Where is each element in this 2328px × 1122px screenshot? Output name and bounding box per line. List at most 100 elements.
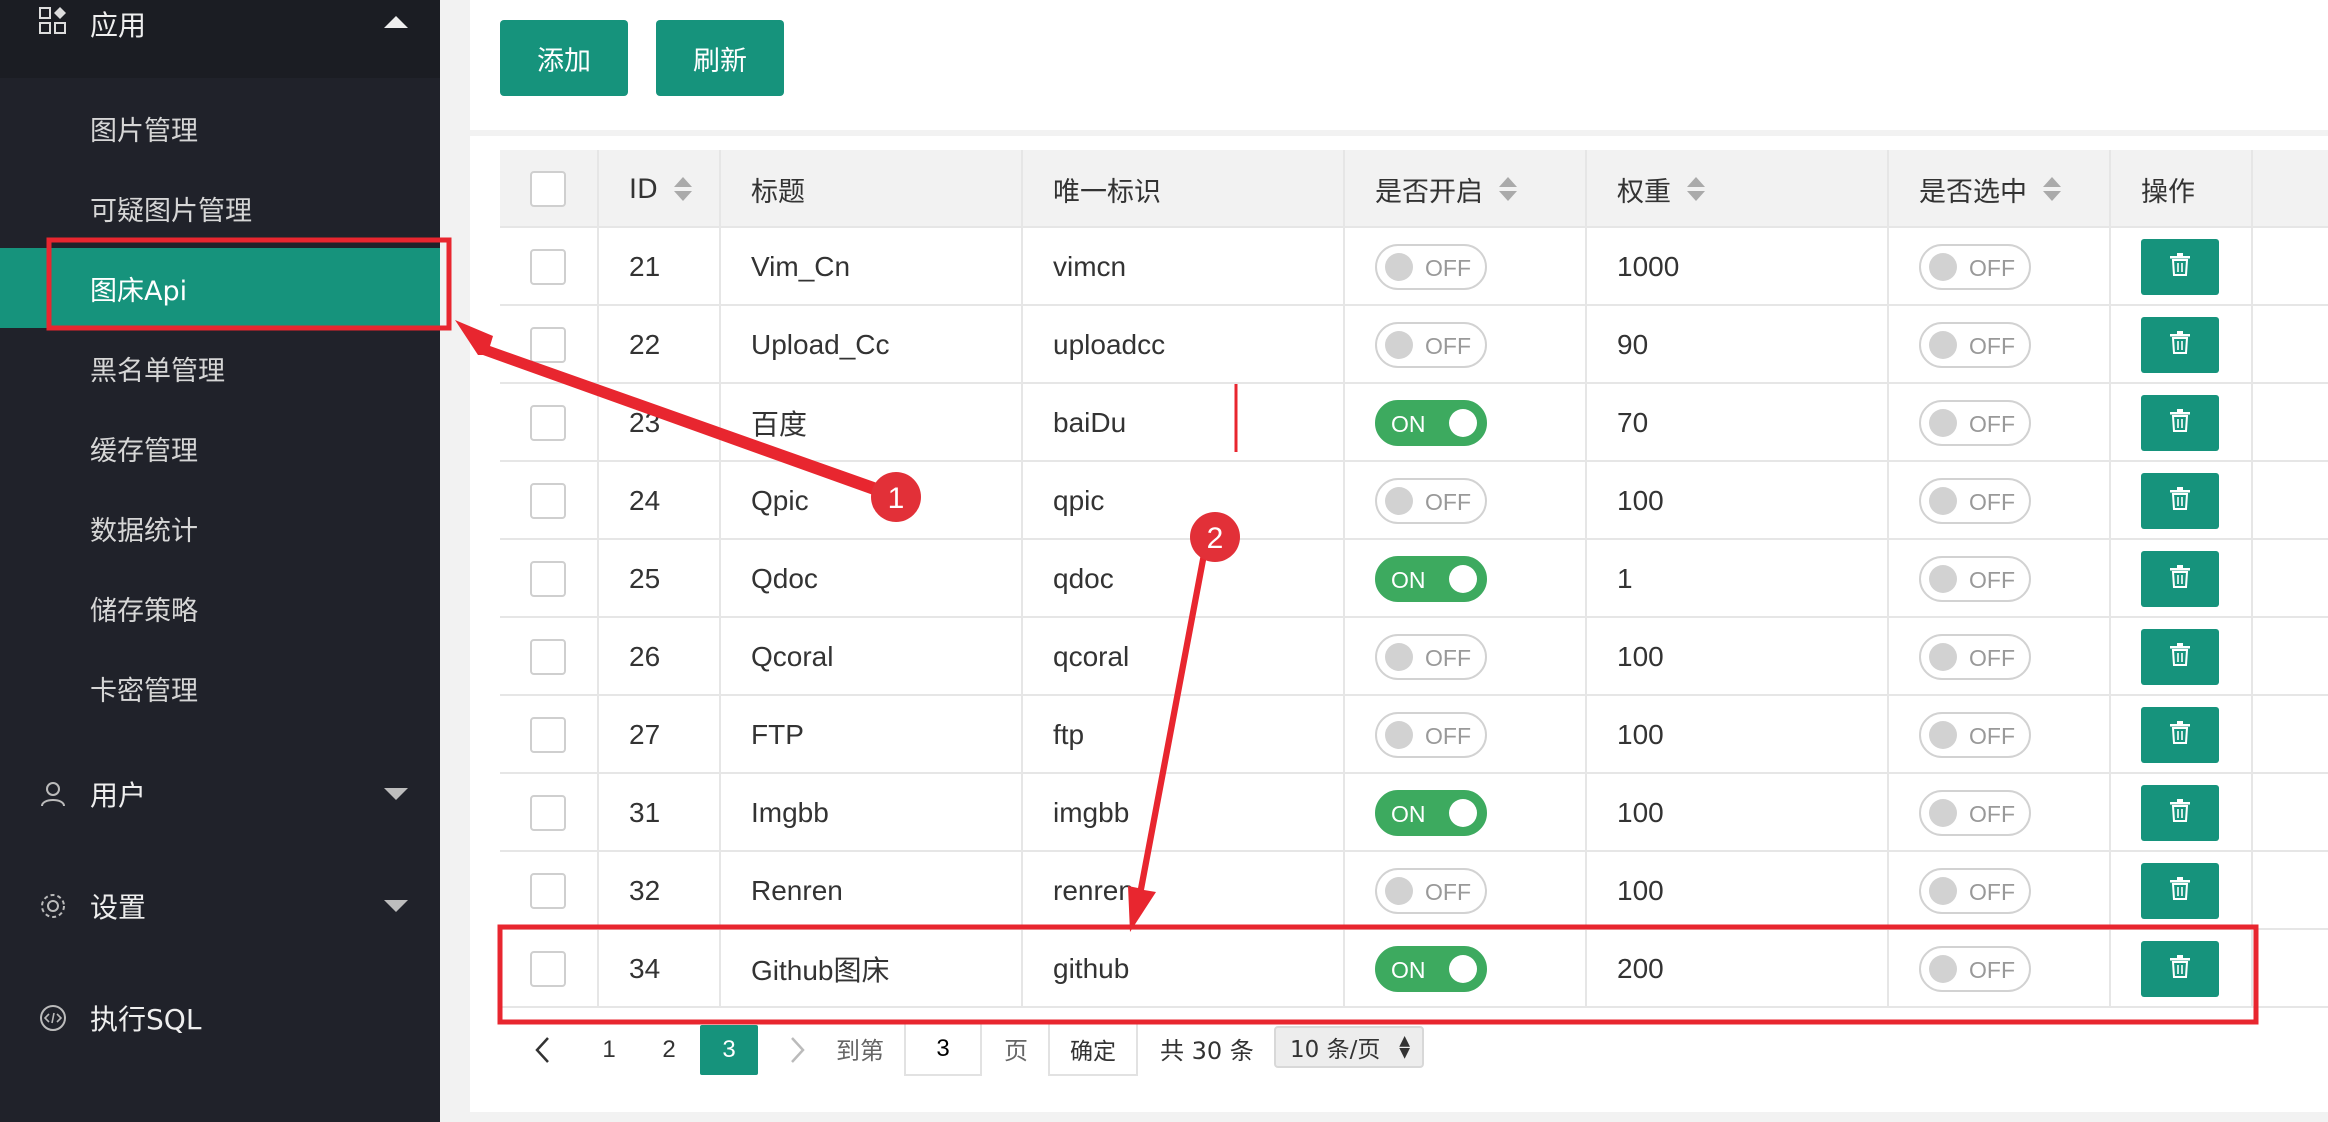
sort-icon[interactable]	[1499, 175, 1517, 203]
delete-button[interactable]	[2141, 941, 2219, 997]
selected-toggle[interactable]: OFF	[1919, 946, 2031, 992]
header-selected[interactable]: 是否选中	[1889, 150, 2111, 228]
delete-button[interactable]	[2141, 863, 2219, 919]
delete-button[interactable]	[2141, 395, 2219, 451]
page-1[interactable]: 1	[580, 1025, 638, 1075]
sidebar-group-sql[interactable]: 执行SQL	[0, 972, 440, 1064]
header-enabled[interactable]: 是否开启	[1345, 150, 1587, 228]
delete-button[interactable]	[2141, 551, 2219, 607]
trash-icon	[2167, 407, 2193, 440]
row-title: Imgbb	[721, 774, 1023, 852]
header-selected-label: 是否选中	[1919, 176, 2027, 208]
sidebar-item-storage-strategy[interactable]: 储存策略	[0, 568, 440, 648]
row-selected-cell: OFF	[1889, 852, 2111, 930]
sidebar-item-blacklist[interactable]: 黑名单管理	[0, 328, 440, 408]
page-size-value: 10 条/页	[1290, 1037, 1381, 1063]
goto-page-input[interactable]	[904, 1022, 982, 1076]
row-id: 31	[599, 774, 721, 852]
header-weight[interactable]: 权重	[1587, 150, 1889, 228]
sidebar-group-settings[interactable]: 设置	[0, 860, 440, 952]
select-all-checkbox[interactable]	[530, 171, 566, 207]
selected-toggle[interactable]: OFF	[1919, 868, 2031, 914]
delete-button[interactable]	[2141, 629, 2219, 685]
page-2[interactable]: 2	[640, 1025, 698, 1075]
selected-toggle[interactable]: OFF	[1919, 322, 2031, 368]
sidebar-item-cache[interactable]: 缓存管理	[0, 408, 440, 488]
sidebar-item-image-bed-api[interactable]: 图床Api	[0, 248, 440, 328]
next-page-icon[interactable]	[768, 1025, 826, 1075]
selected-toggle[interactable]: OFF	[1919, 556, 2031, 602]
selected-toggle[interactable]: OFF	[1919, 478, 2031, 524]
row-checkbox[interactable]	[530, 561, 566, 597]
row-checkbox[interactable]	[530, 717, 566, 753]
sort-icon[interactable]	[2043, 175, 2061, 203]
row-enabled-cell: ON	[1345, 930, 1587, 1008]
row-title: Qpic	[721, 462, 1023, 540]
sort-icon[interactable]	[1687, 175, 1705, 203]
row-weight: 70	[1587, 384, 1889, 462]
add-button[interactable]: 添加	[500, 20, 628, 96]
selected-toggle[interactable]: OFF	[1919, 712, 2031, 758]
row-select-cell	[500, 384, 599, 462]
total-count: 共 30 条	[1160, 1036, 1254, 1065]
enabled-toggle[interactable]: ON	[1375, 790, 1487, 836]
enabled-toggle[interactable]: OFF	[1375, 634, 1487, 680]
enabled-toggle[interactable]: OFF	[1375, 322, 1487, 368]
refresh-button[interactable]: 刷新	[656, 20, 784, 96]
header-id[interactable]: ID	[599, 150, 721, 228]
row-checkbox[interactable]	[530, 483, 566, 519]
enabled-toggle[interactable]: OFF	[1375, 868, 1487, 914]
enabled-toggle[interactable]: ON	[1375, 556, 1487, 602]
row-weight: 100	[1587, 774, 1889, 852]
selected-toggle[interactable]: OFF	[1919, 244, 2031, 290]
header-id-label: ID	[629, 173, 658, 205]
row-action-cell	[2111, 774, 2253, 852]
row-selected-cell: OFF	[1889, 540, 2111, 618]
sort-icon[interactable]	[673, 175, 692, 203]
toggle-knob	[1929, 253, 1957, 281]
enabled-toggle[interactable]: OFF	[1375, 244, 1487, 290]
row-action-cell	[2111, 306, 2253, 384]
delete-button[interactable]	[2141, 785, 2219, 841]
page-size-select[interactable]: 10 条/页 ▲ ▼	[1274, 1026, 1424, 1068]
row-action-cell	[2111, 696, 2253, 774]
row-checkbox[interactable]	[530, 639, 566, 675]
toggle-state: OFF	[1969, 957, 2015, 983]
row-select-cell	[500, 852, 599, 930]
delete-button[interactable]	[2141, 707, 2219, 763]
row-checkbox[interactable]	[530, 327, 566, 363]
selected-toggle[interactable]: OFF	[1919, 634, 2031, 680]
delete-button[interactable]	[2141, 317, 2219, 373]
delete-button[interactable]	[2141, 239, 2219, 295]
enabled-toggle[interactable]: ON	[1375, 946, 1487, 992]
sidebar-item-statistics[interactable]: 数据统计	[0, 488, 440, 568]
delete-button[interactable]	[2141, 473, 2219, 529]
prev-page-icon[interactable]	[514, 1025, 572, 1075]
sidebar-item-suspicious-images[interactable]: 可疑图片管理	[0, 168, 440, 248]
enabled-toggle[interactable]: OFF	[1375, 478, 1487, 524]
enabled-toggle[interactable]: ON	[1375, 400, 1487, 446]
row-checkbox[interactable]	[530, 405, 566, 441]
page-3-current[interactable]: 3	[700, 1025, 758, 1075]
trash-icon	[2167, 563, 2193, 596]
sidebar-group-app[interactable]: 应用	[0, 0, 440, 78]
table-row: 22 Upload_Cc uploadcc OFF 90 OFF	[500, 306, 2328, 384]
selected-toggle[interactable]: OFF	[1919, 790, 2031, 836]
row-checkbox[interactable]	[530, 951, 566, 987]
row-weight: 200	[1587, 930, 1889, 1008]
row-checkbox[interactable]	[530, 873, 566, 909]
sidebar-group-users[interactable]: 用户	[0, 748, 440, 840]
table-header-row: ID 标题 唯一标识 是否开启 权重 是否选中 操作	[500, 150, 2328, 228]
header-select-all[interactable]	[500, 150, 599, 228]
row-checkbox[interactable]	[530, 795, 566, 831]
goto-confirm-button[interactable]: 确定	[1048, 1022, 1138, 1076]
sidebar-item-card-keys[interactable]: 卡密管理	[0, 648, 440, 728]
toggle-knob	[1929, 565, 1957, 593]
toggle-knob	[1385, 877, 1413, 905]
enabled-toggle[interactable]: OFF	[1375, 712, 1487, 758]
selected-toggle[interactable]: OFF	[1919, 400, 2031, 446]
trash-icon	[2167, 251, 2193, 284]
row-key: baiDu	[1023, 384, 1345, 462]
sidebar-item-image-management[interactable]: 图片管理	[0, 88, 440, 168]
row-checkbox[interactable]	[530, 249, 566, 285]
